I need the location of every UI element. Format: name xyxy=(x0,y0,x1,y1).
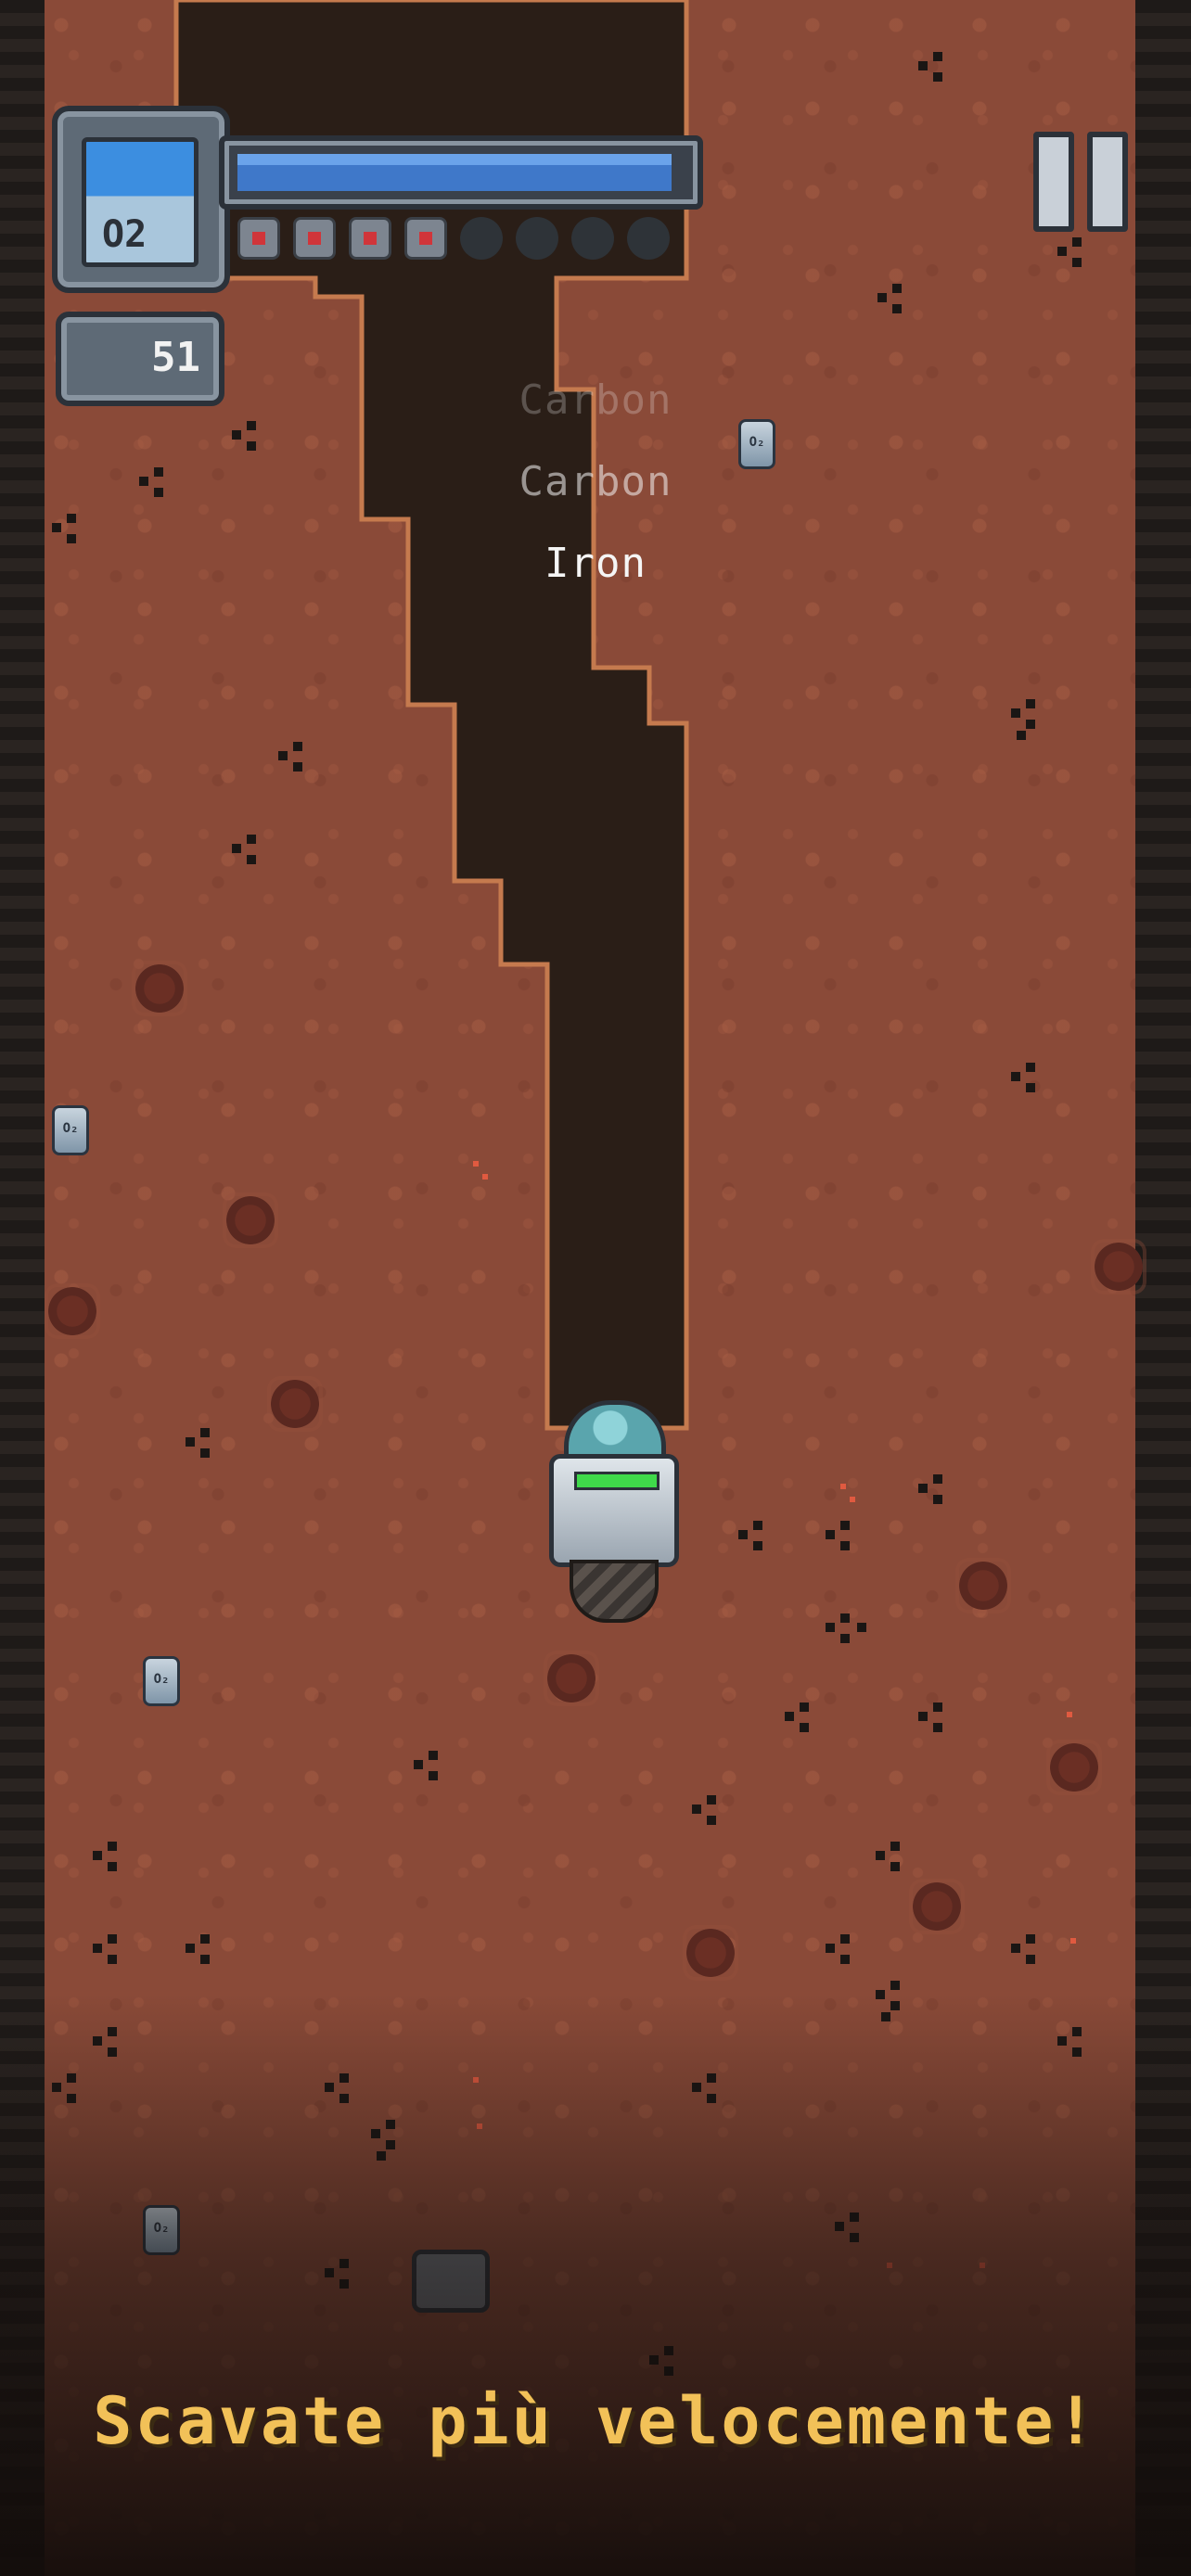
coal-ore-icon[interactable] xyxy=(371,2120,408,2162)
coal-ore-icon[interactable] xyxy=(1011,1934,1048,1977)
hard-rock-icon[interactable] xyxy=(1095,1243,1143,1291)
game-stage[interactable]: O₂ O₂ O₂ O₂ Carbon Carbon Iron O2 51 Sca… xyxy=(0,0,1191,2576)
ember-spark xyxy=(473,2077,479,2083)
coal-ore-icon[interactable] xyxy=(826,1934,863,1977)
coal-ore-icon[interactable] xyxy=(93,2027,130,2070)
oxygen-bar-fill xyxy=(237,154,672,191)
fuel-cell-full xyxy=(293,217,336,260)
oxygen-canister-icon[interactable]: O₂ xyxy=(143,2205,180,2255)
fuel-cell-full xyxy=(349,217,391,260)
fuel-cell-full xyxy=(404,217,447,260)
fuel-cell-empty xyxy=(460,217,503,260)
coal-ore-icon[interactable] xyxy=(93,1934,130,1977)
ember-spark xyxy=(473,1161,479,1167)
coal-ore-icon[interactable] xyxy=(232,835,269,877)
drill-robot-icon[interactable] xyxy=(538,1400,683,1632)
coal-ore-icon[interactable] xyxy=(918,1702,955,1745)
ember-spark xyxy=(887,2263,892,2268)
oxygen-bar xyxy=(219,135,703,210)
coal-ore-icon[interactable] xyxy=(414,1751,451,1793)
coal-ore-icon[interactable] xyxy=(876,1842,913,1884)
ember-spark xyxy=(840,1484,846,1489)
fuel-cells xyxy=(237,217,670,260)
ember-spark xyxy=(482,1174,488,1180)
fuel-cell-empty xyxy=(571,217,614,260)
coal-ore-icon[interactable] xyxy=(692,1795,729,1838)
coal-ore-icon[interactable] xyxy=(325,2073,362,2116)
coal-ore-icon[interactable] xyxy=(826,1521,863,1563)
coal-ore-icon[interactable] xyxy=(918,1474,955,1517)
hard-rock-icon[interactable] xyxy=(135,964,184,1013)
coal-ore-icon[interactable] xyxy=(1011,1063,1048,1105)
pickup-text: Carbon xyxy=(519,458,672,505)
coal-ore-icon[interactable] xyxy=(1057,2027,1095,2070)
ember-spark xyxy=(980,2263,985,2268)
coal-ore-icon[interactable] xyxy=(186,1934,223,1977)
ember-spark xyxy=(850,1497,855,1502)
oxygen-canister-icon[interactable]: O₂ xyxy=(143,1656,180,1706)
robot-drill xyxy=(570,1560,659,1623)
coal-ore-icon[interactable] xyxy=(918,52,955,95)
coal-ore-icon[interactable] xyxy=(1057,237,1095,280)
hard-rock-icon[interactable] xyxy=(913,1882,961,1931)
robot-visor xyxy=(574,1472,660,1490)
coal-ore-icon[interactable] xyxy=(278,742,315,784)
depth-counter: 51 xyxy=(56,312,224,406)
robot-body xyxy=(549,1454,679,1567)
hard-rock-icon[interactable] xyxy=(1050,1743,1098,1792)
hard-rock-icon[interactable] xyxy=(271,1380,319,1428)
coal-ore-icon[interactable] xyxy=(325,2259,362,2302)
depth-value: 51 xyxy=(151,334,200,381)
coal-ore-icon[interactable] xyxy=(876,1981,913,2023)
fuel-cell-full xyxy=(237,217,280,260)
gear-part-icon[interactable] xyxy=(412,2250,490,2313)
coal-ore-icon[interactable] xyxy=(835,2213,872,2255)
pause-icon xyxy=(1087,132,1128,232)
fuel-cell-empty xyxy=(516,217,558,260)
hard-rock-icon[interactable] xyxy=(547,1654,596,1702)
oxygen-canister-icon[interactable]: O₂ xyxy=(52,1105,89,1155)
coal-ore-icon[interactable] xyxy=(785,1702,822,1745)
coal-ore-icon[interactable] xyxy=(877,284,915,326)
hard-rock-icon[interactable] xyxy=(226,1196,275,1244)
pickup-text: Iron xyxy=(544,540,647,587)
pause-button[interactable] xyxy=(1033,132,1132,232)
coal-ore-icon[interactable] xyxy=(52,2073,89,2116)
oxygen-label: O2 xyxy=(102,213,147,256)
coal-ore-icon[interactable] xyxy=(1011,699,1048,742)
coal-ore-icon[interactable] xyxy=(93,1842,130,1884)
pause-icon xyxy=(1033,132,1074,232)
ember-spark xyxy=(1067,1712,1072,1717)
coal-ore-icon[interactable] xyxy=(692,2073,729,2116)
ember-spark xyxy=(477,2123,482,2129)
hard-rock-icon[interactable] xyxy=(48,1287,96,1335)
coal-ore-icon[interactable] xyxy=(738,1521,775,1563)
promo-caption: Scavate più velocemente! xyxy=(93,2383,1098,2459)
coal-ore-icon[interactable] xyxy=(186,1428,223,1471)
oxygen-tank-icon: O2 xyxy=(52,106,230,293)
hard-rock-icon[interactable] xyxy=(959,1562,1007,1610)
fuel-cell-empty xyxy=(627,217,670,260)
ember-spark xyxy=(1070,1938,1076,1944)
coal-ore-icon[interactable] xyxy=(826,1613,866,1656)
hard-rock-icon[interactable] xyxy=(686,1929,735,1977)
